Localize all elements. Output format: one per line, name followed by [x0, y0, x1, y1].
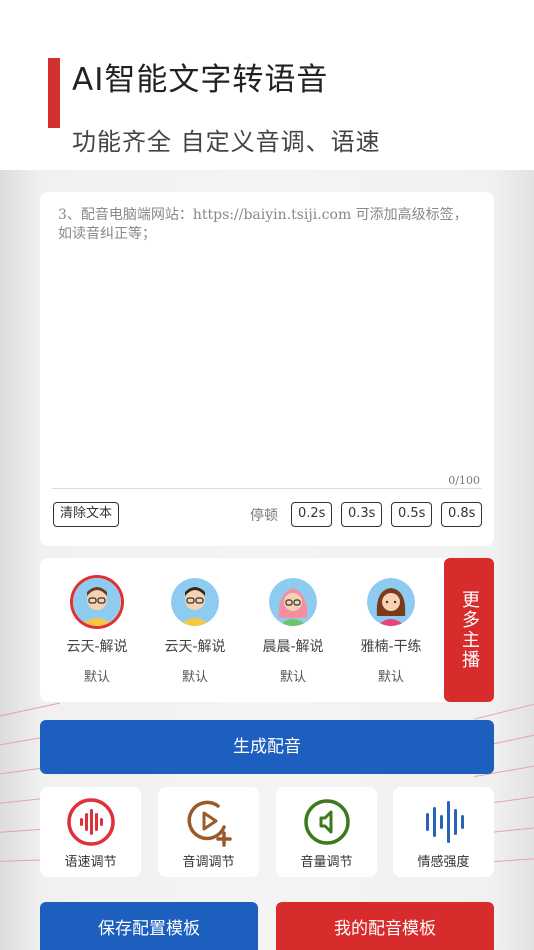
voice-name: 雅楠-干练 [360, 639, 422, 655]
pause-0-8s-button[interactable]: 0.8s [441, 502, 483, 527]
page-subtitle: 功能齐全 自定义音调、语速 [72, 128, 381, 156]
voice-tag: 默认 [279, 670, 306, 685]
text-input-card: 3、配音电脑端网站：https://baiyin.tsiji.com 可添加高级… [40, 192, 494, 546]
page-title: AI智能文字转语音 [72, 62, 329, 98]
voice-item-yuntian-1[interactable]: 云天-解说 默认 [52, 578, 142, 685]
pause-0-2s-button[interactable]: 0.2s [291, 502, 333, 527]
pause-label: 停顿 [250, 508, 278, 524]
voice-name: 云天-解说 [164, 639, 226, 655]
avatar [269, 578, 317, 626]
clear-text-button[interactable]: 清除文本 [53, 502, 120, 527]
char-counter: 0/100 [448, 474, 480, 487]
speed-wave-icon [66, 797, 116, 847]
speed-adjust-button[interactable]: 语速调节 [40, 787, 141, 877]
voice-tag: 默认 [83, 670, 110, 685]
emotion-strength-button[interactable]: 情感强度 [393, 787, 494, 877]
divider [52, 488, 482, 489]
emotion-bars-icon [419, 797, 469, 847]
save-template-button[interactable]: 保存配置模板 [40, 902, 258, 950]
pause-0-5s-button[interactable]: 0.5s [391, 502, 433, 527]
my-templates-button[interactable]: 我的配音模板 [276, 902, 494, 950]
avatar [367, 578, 415, 626]
pause-0-3s-button[interactable]: 0.3s [341, 502, 383, 527]
pitch-play-icon [184, 797, 234, 847]
voice-item-chenchen[interactable]: 晨晨-解说 默认 [248, 578, 338, 685]
voice-item-yanan[interactable]: 雅楠-干练 默认 [346, 578, 436, 685]
voice-tag: 默认 [181, 670, 208, 685]
tool-label: 情感强度 [417, 855, 470, 870]
pitch-adjust-button[interactable]: 音调调节 [158, 787, 259, 877]
voice-tag: 默认 [377, 670, 404, 685]
voice-item-yuntian-2[interactable]: 云天-解说 默认 [150, 578, 240, 685]
volume-speaker-icon [302, 797, 352, 847]
text-input[interactable]: 3、配音电脑端网站：https://baiyin.tsiji.com 可添加高级… [58, 206, 472, 244]
voice-name: 晨晨-解说 [262, 639, 324, 655]
title-accent-bar [48, 58, 60, 128]
tool-label: 音调调节 [182, 855, 235, 870]
tool-label: 音量调节 [300, 855, 353, 870]
voice-name: 云天-解说 [66, 639, 128, 655]
more-voices-button[interactable]: 更多主播 [444, 558, 494, 702]
generate-audio-button[interactable]: 生成配音 [40, 720, 494, 774]
voice-selector: 云天-解说 默认 云天-解说 默认 晨晨-解说 默认 雅楠-干练 默认 更多主播 [40, 558, 494, 702]
tool-label: 语速调节 [64, 855, 117, 870]
volume-adjust-button[interactable]: 音量调节 [276, 787, 377, 877]
avatar [73, 578, 121, 626]
avatar [171, 578, 219, 626]
